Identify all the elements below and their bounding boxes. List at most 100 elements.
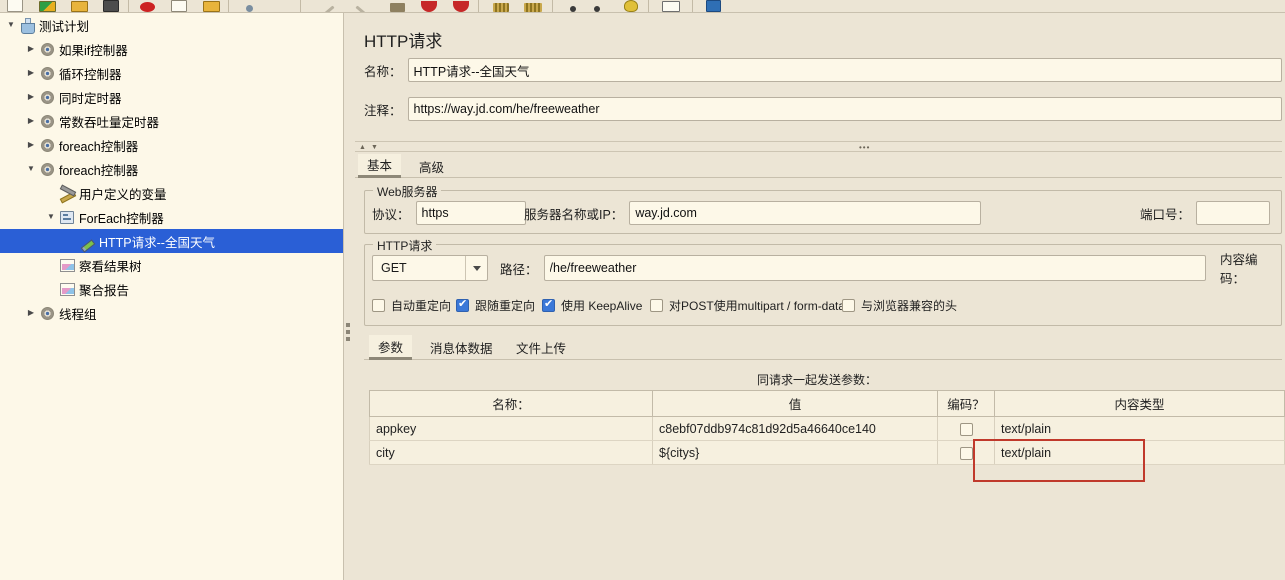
cell-content-type[interactable]: text/plain	[994, 416, 1285, 441]
subtab-file-upload[interactable]: 文件上传	[507, 335, 575, 360]
help-icon[interactable]	[660, 0, 682, 12]
chevron-right-icon[interactable]: ▶	[24, 117, 38, 125]
cell-param-name[interactable]: city	[369, 440, 653, 465]
table-row[interactable]: city ${citys} text/plain	[369, 440, 1285, 465]
cell-encode-checkbox[interactable]	[937, 440, 995, 465]
expand-icon[interactable]	[238, 0, 260, 12]
chevron-down-icon[interactable]: ▼	[44, 213, 58, 221]
tree-node-label: 聚合报告	[79, 283, 130, 298]
toolbar-separator-7	[692, 0, 693, 12]
table-row[interactable]: appkey c8ebf07ddb974c81d92d5a46640ce140 te…	[369, 416, 1285, 441]
chevron-down-icon[interactable]	[465, 256, 487, 280]
web-server-group-title: Web服务器	[373, 183, 442, 200]
search-reset-icon[interactable]	[586, 0, 608, 12]
clear-all-icon[interactable]	[522, 0, 544, 12]
tree-node[interactable]: 聚合报告	[0, 277, 343, 301]
checkbox-icon[interactable]	[650, 299, 663, 312]
cell-param-name[interactable]: appkey	[369, 416, 653, 441]
chevron-right-icon[interactable]: ▶	[24, 309, 38, 317]
redo-icon[interactable]	[350, 0, 372, 12]
open-icon[interactable]	[68, 0, 90, 12]
search-icon[interactable]	[562, 0, 584, 12]
collapse-up-icon[interactable]: ▲	[359, 143, 366, 152]
function-helper-icon[interactable]	[620, 0, 642, 12]
tree-node[interactable]: 察看结果树	[0, 253, 343, 277]
tree-node[interactable]: ▶ 同时定时器	[0, 85, 343, 109]
gear-icon	[38, 89, 56, 105]
encode-checkbox-icon[interactable]	[959, 422, 973, 436]
cut-icon[interactable]	[136, 0, 158, 12]
subtab-parameters[interactable]: 参数	[369, 335, 413, 360]
checkbox-icon[interactable]	[542, 297, 555, 312]
checkbox-option[interactable]: 对POST使用multipart / form-data	[650, 297, 845, 314]
port-row: 端口号：	[1140, 201, 1271, 225]
content-encoding-label: 内容编码：	[1220, 253, 1258, 286]
collapse-strip[interactable]: ▲ ▼ •••	[355, 141, 1282, 152]
cell-param-value[interactable]: ${citys}	[652, 440, 938, 465]
tree-node[interactable]: ▶ 如果if控制器	[0, 37, 343, 61]
start-no-pause-icon[interactable]	[418, 0, 440, 12]
tree-node[interactable]: ▶ 常数吞吐量定时器	[0, 109, 343, 133]
splitter-grip[interactable]	[346, 323, 350, 345]
content-encoding-row: 内容编码：	[1220, 253, 1285, 286]
method-select[interactable]: GET	[372, 255, 488, 281]
tree-node[interactable]: ▼ ForEach控制器	[0, 205, 343, 229]
panel-splitter[interactable]	[344, 13, 352, 580]
tree-node[interactable]: ▶ foreach控制器	[0, 133, 343, 157]
path-input[interactable]	[543, 255, 1206, 281]
name-label: 名称：	[364, 64, 402, 79]
tree-node[interactable]: 用户定义的变量	[0, 181, 343, 205]
col-value[interactable]: 值	[652, 390, 938, 417]
tree-node[interactable]: ▼ foreach控制器	[0, 157, 343, 181]
cell-content-type[interactable]: text/plain	[994, 440, 1285, 465]
encode-checkbox-icon[interactable]	[959, 446, 973, 460]
tree-node[interactable]: ▶ 线程组	[0, 301, 343, 325]
open-template-icon[interactable]	[36, 0, 58, 12]
stop-icon[interactable]	[450, 0, 472, 12]
col-content-type[interactable]: 内容类型	[994, 390, 1285, 417]
chevron-right-icon[interactable]: ▶	[24, 141, 38, 149]
checkbox-icon[interactable]	[842, 299, 855, 312]
checkbox-icon[interactable]	[372, 299, 385, 312]
chevron-right-icon[interactable]: ▶	[24, 45, 38, 53]
copy-icon[interactable]	[168, 0, 190, 12]
clear-icon[interactable]	[490, 0, 512, 12]
info-icon[interactable]	[702, 0, 724, 12]
checkbox-icon[interactable]	[456, 297, 469, 312]
gear-icon	[38, 305, 56, 321]
checkbox-option[interactable]: 自动重定向	[372, 297, 451, 314]
undo-icon[interactable]	[318, 0, 340, 12]
chevron-right-icon[interactable]: ▶	[24, 69, 38, 77]
cell-encode-checkbox[interactable]	[937, 416, 995, 441]
port-input[interactable]	[1196, 201, 1271, 225]
chart-icon	[58, 281, 76, 297]
http-request-group-title: HTTP请求	[373, 237, 437, 254]
cell-param-value[interactable]: c8ebf07ddb974c81d92d5a46640ce140	[652, 416, 938, 441]
tree-node[interactable]: HTTP请求--全国天气	[0, 229, 343, 253]
chevron-down-icon[interactable]: ▼	[4, 21, 18, 29]
tree-node[interactable]: ▶ 循环控制器	[0, 61, 343, 85]
start-icon[interactable]	[386, 0, 408, 12]
params-table: 名称： 值 编码？ 内容类型 包 appkeyc8ebf07ddb974c81d…	[369, 390, 1285, 465]
subtab-body-data[interactable]: 消息体数据	[421, 335, 502, 360]
tab-basic[interactable]: 基本	[358, 154, 402, 178]
tab-advanced[interactable]: 高级	[410, 154, 453, 178]
new-icon[interactable]	[4, 0, 26, 12]
collapse-down-icon[interactable]: ▼	[371, 143, 378, 152]
test-plan-tree[interactable]: ▼ 测试计划 ▶ 如果if控制器 ▶ 循环控制器 ▶ 同时定时器 ▶ 常数吞吐量定时器 ▶ forea…	[0, 13, 344, 580]
col-name[interactable]: 名称：	[369, 390, 653, 417]
server-input[interactable]	[629, 201, 982, 225]
checkbox-option[interactable]: 使用 KeepAlive	[542, 297, 642, 314]
save-icon[interactable]	[100, 0, 122, 12]
paste-icon[interactable]	[200, 0, 222, 12]
comment-input[interactable]	[407, 97, 1282, 121]
checkbox-option[interactable]: 跟随重定向	[456, 297, 535, 314]
chevron-right-icon[interactable]: ▶	[24, 93, 38, 101]
tree-node[interactable]: ▼ 测试计划	[0, 13, 343, 37]
name-input[interactable]	[407, 58, 1282, 82]
col-encode[interactable]: 编码？	[937, 390, 995, 417]
collapse-grip[interactable]: •••	[859, 144, 870, 152]
checkbox-option[interactable]: 与浏览器兼容的头	[842, 297, 957, 314]
protocol-input[interactable]	[415, 201, 526, 225]
chevron-down-icon[interactable]: ▼	[24, 165, 38, 173]
